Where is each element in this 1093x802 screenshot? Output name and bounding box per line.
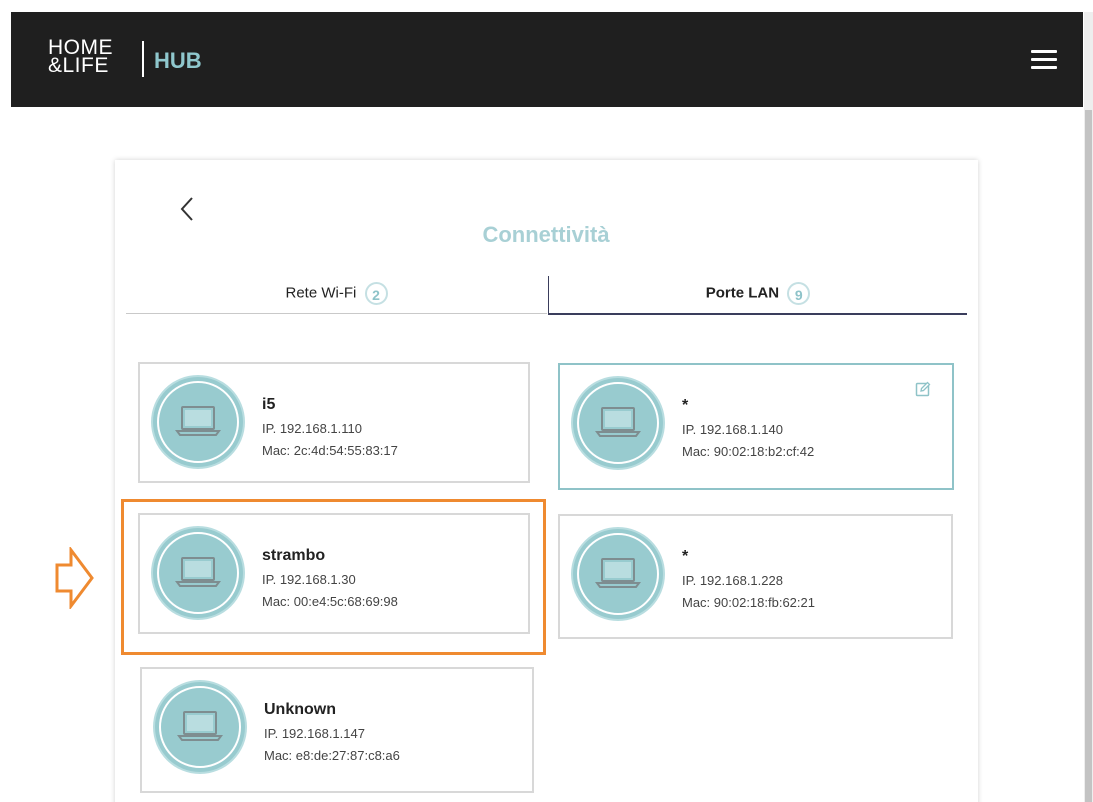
logo-divider [142, 41, 144, 77]
device-avatar [155, 682, 245, 772]
laptop-icon [175, 406, 221, 436]
device-avatar [573, 529, 663, 619]
laptop-icon [595, 407, 641, 437]
arrow-right-icon [55, 545, 95, 614]
chevron-left-icon[interactable] [178, 196, 196, 222]
page-title: Connettività [482, 222, 610, 247]
device-card[interactable]: * IP. 192.168.1.228 Mac: 90:02:18:fb:62:… [558, 514, 953, 639]
device-card[interactable]: i5 IP. 192.168.1.110 Mac: 2c:4d:54:55:83… [138, 362, 530, 483]
device-card[interactable]: * IP. 192.168.1.140 Mac: 90:02:18:b2:cf:… [558, 363, 954, 490]
device-name: * [682, 397, 689, 414]
device-ip: IP. 192.168.1.147 [264, 726, 365, 741]
device-mac: Mac: 90:02:18:b2:cf:42 [682, 444, 815, 459]
device-card[interactable]: Unknown IP. 192.168.1.147 Mac: e8:de:27:… [140, 667, 534, 793]
tab-wifi-count-badge: 2 [364, 282, 388, 305]
tab-lan-count-badge: 9 [787, 282, 811, 305]
device-ip: IP. 192.168.1.140 [682, 422, 783, 437]
device-mac: Mac: 90:02:18:fb:62:21 [682, 595, 815, 610]
logo-line-life: &LIFE [48, 54, 109, 77]
brand-logo: HOME &LIFE [48, 37, 113, 77]
device-ip: IP. 192.168.1.228 [682, 573, 783, 588]
highlight-box [121, 499, 546, 655]
device-name: * [682, 548, 689, 565]
tab-wifi[interactable]: Rete Wi-Fi 2 [126, 276, 547, 314]
device-mac: Mac: 2c:4d:54:55:83:17 [262, 443, 398, 458]
device-avatar [573, 378, 663, 468]
device-mac: Mac: e8:de:27:87:c8:a6 [264, 748, 400, 763]
device-avatar [153, 377, 243, 467]
app-header: HOME &LIFE HUB [11, 12, 1083, 107]
laptop-icon [177, 711, 223, 741]
scrollbar-thumb[interactable] [1085, 110, 1092, 802]
hub-label: HUB [154, 48, 202, 73]
tab-lan[interactable]: Porte LAN 9 [548, 276, 967, 315]
device-name: i5 [262, 396, 276, 413]
tab-lan-label: Porte LAN [705, 284, 780, 302]
device-name: Unknown [264, 701, 336, 718]
hamburger-menu-icon[interactable] [1031, 50, 1057, 70]
edit-icon[interactable] [915, 381, 931, 397]
tab-wifi-label: Rete Wi-Fi [285, 284, 357, 302]
laptop-icon [595, 558, 641, 588]
device-ip: IP. 192.168.1.110 [262, 421, 363, 436]
